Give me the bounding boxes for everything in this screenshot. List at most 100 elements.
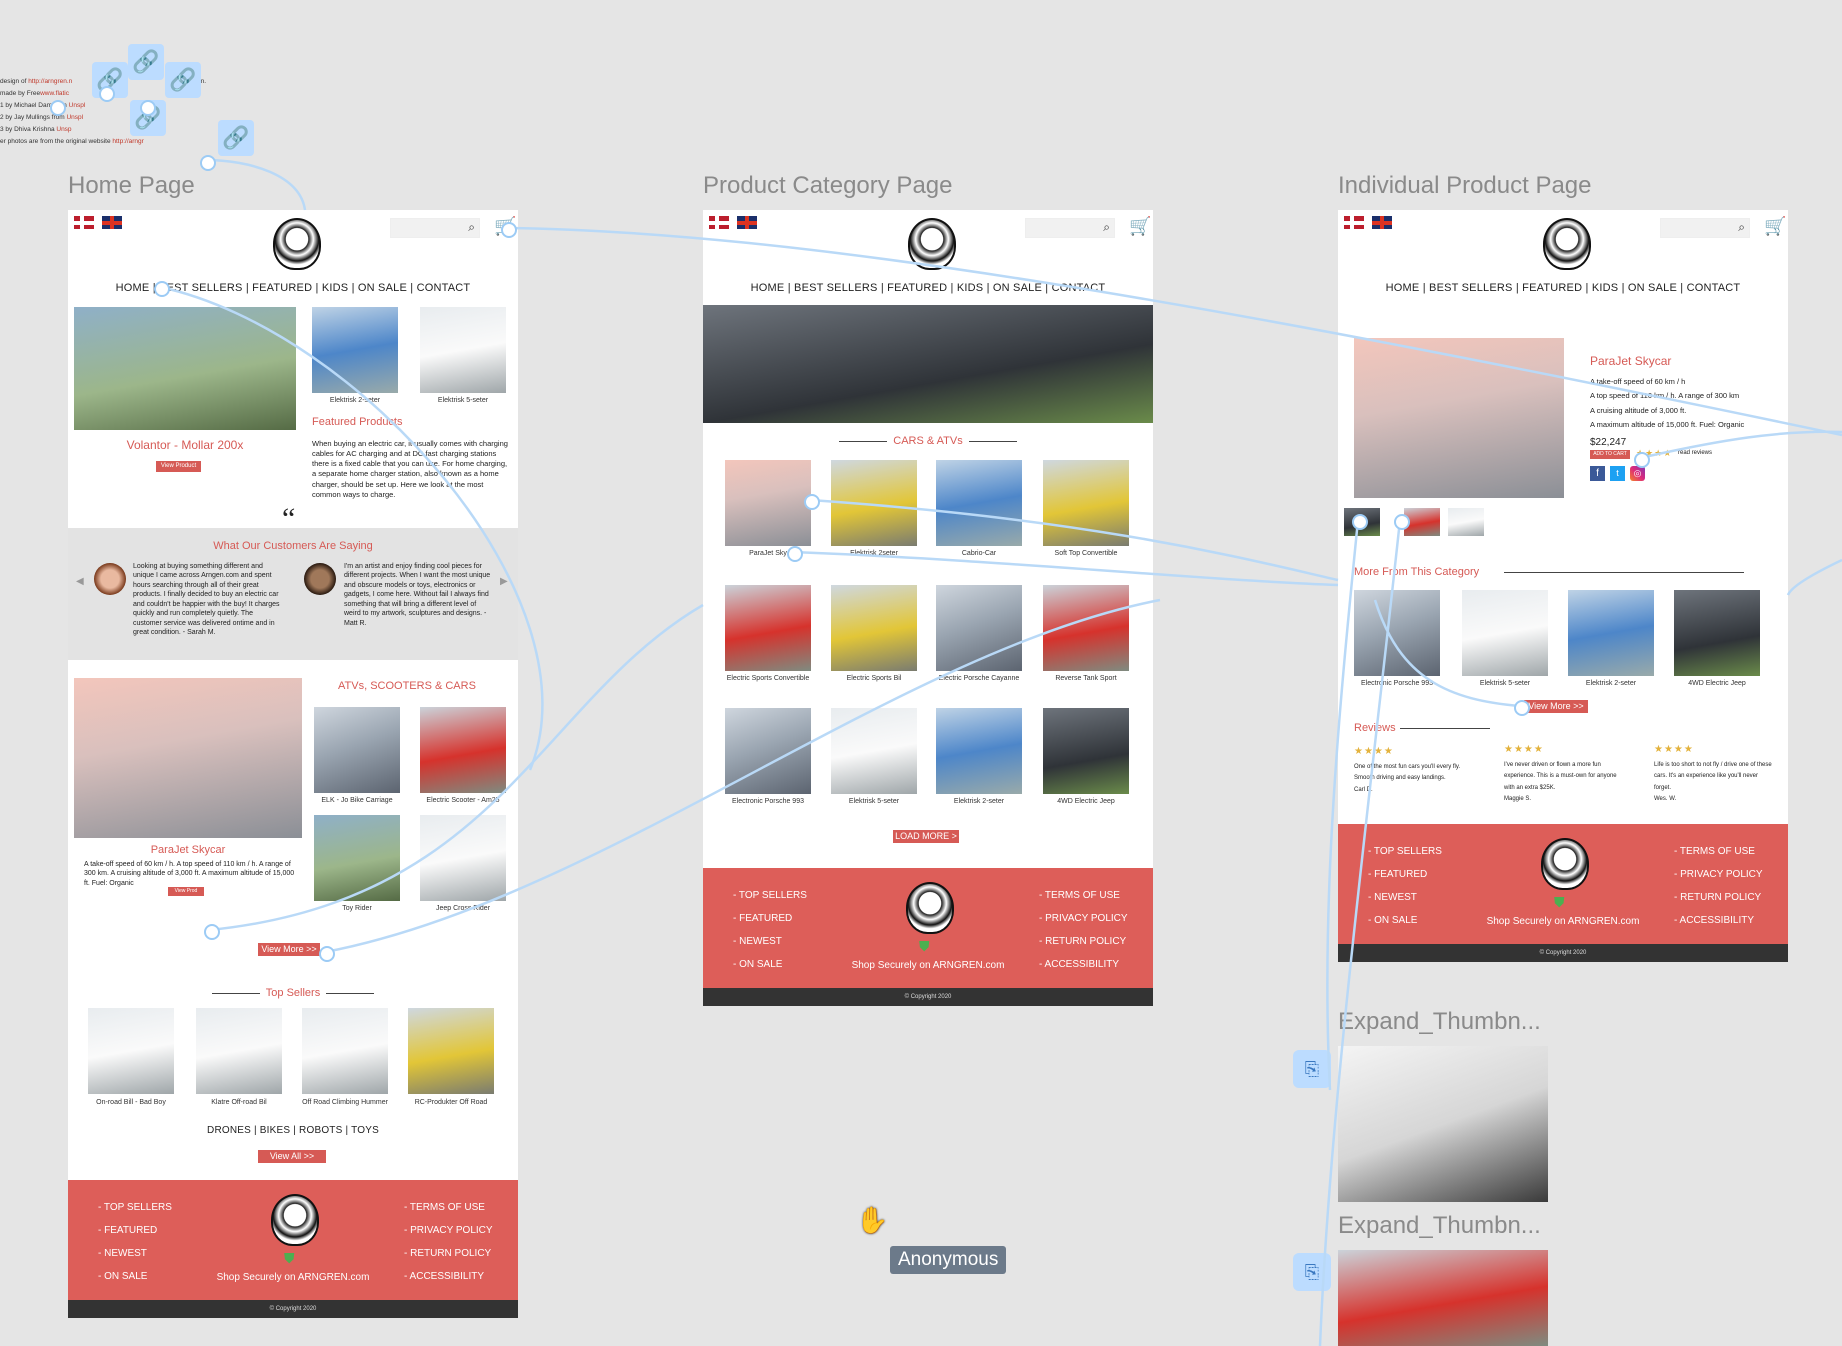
search-input[interactable]: ⌕ (390, 218, 480, 238)
connection-handle[interactable] (787, 546, 803, 562)
connection-handle[interactable] (99, 86, 115, 102)
view-product-button[interactable]: View Product (156, 461, 201, 472)
connection-handle[interactable] (501, 222, 517, 238)
nav-home[interactable]: HOME (116, 282, 150, 294)
sub-nav-drones[interactable]: DRONES (207, 1125, 251, 1136)
footer-link[interactable]: - NEWEST (98, 1242, 172, 1265)
sub-nav-toys[interactable]: TOYS (351, 1125, 379, 1136)
category-page-frame[interactable]: ⌕ 🛒 HOME | BEST SELLERS | FEATURED | KID… (703, 210, 1153, 1006)
cart-icon[interactable]: 🛒 (1129, 216, 1151, 237)
product-thumb[interactable] (831, 708, 917, 794)
product-thumb[interactable] (196, 1008, 282, 1094)
product-thumb[interactable] (1568, 590, 1654, 676)
prototype-flow-icon[interactable]: ⎘ (1293, 1050, 1331, 1088)
footer-link[interactable]: - PRIVACY POLICY (404, 1219, 493, 1242)
nav-home[interactable]: HOME (751, 282, 785, 294)
footer-link[interactable]: - PRIVACY POLICY (1674, 863, 1763, 886)
nav-featured[interactable]: FEATURED (887, 282, 947, 294)
footer-link[interactable]: - PRIVACY POLICY (1039, 907, 1128, 930)
nav-featured[interactable]: FEATURED (252, 282, 312, 294)
home-page-frame[interactable]: ⌕ 🛒 HOME | BEST SELLERS | FEATURED | KID… (68, 210, 518, 1318)
product-thumb[interactable] (1354, 590, 1440, 676)
product-thumb[interactable] (302, 1008, 388, 1094)
footer-link[interactable]: - NEWEST (1368, 886, 1442, 909)
search-icon[interactable]: ⌕ (468, 220, 475, 235)
view-product-button[interactable]: View Prod (168, 887, 204, 896)
footer-link[interactable]: - TERMS OF USE (1039, 884, 1128, 907)
connection-handle[interactable] (50, 100, 66, 116)
connection-handle[interactable] (1394, 514, 1410, 530)
nav-best-sellers[interactable]: BEST SELLERS (1429, 282, 1513, 294)
product-thumb[interactable] (936, 585, 1022, 671)
connection-handle[interactable] (1352, 514, 1368, 530)
nav-on-sale[interactable]: ON SALE (358, 282, 407, 294)
view-more-button[interactable]: View More >> (258, 943, 320, 956)
footer-link[interactable]: - ACCESSIBILITY (1674, 909, 1763, 932)
product-thumb[interactable] (314, 707, 400, 793)
product-thumb[interactable] (420, 307, 506, 393)
footer-link[interactable]: - TERMS OF USE (404, 1196, 493, 1219)
view-more-button[interactable]: View More >> (1524, 700, 1588, 713)
product-thumb[interactable] (88, 1008, 174, 1094)
search-input[interactable]: ⌕ (1025, 218, 1115, 238)
connection-handle[interactable] (140, 100, 156, 116)
nav-home[interactable]: HOME (1386, 282, 1420, 294)
logo[interactable] (908, 218, 956, 270)
search-input[interactable]: ⌕ (1660, 218, 1750, 238)
norway-flag-icon[interactable] (709, 216, 729, 229)
nav-on-sale[interactable]: ON SALE (993, 282, 1042, 294)
category-frame-title[interactable]: Product Category Page (703, 172, 952, 200)
footer-link[interactable]: - TOP SELLERS (733, 884, 807, 907)
product-thumb[interactable] (1043, 708, 1129, 794)
connection-handle[interactable] (319, 946, 335, 962)
product-thumb[interactable] (314, 815, 400, 901)
prototype-flow-icon[interactable]: ⎘ (1293, 1253, 1331, 1291)
thumbnail[interactable] (1448, 508, 1484, 536)
footer-link[interactable]: - TOP SELLERS (1368, 840, 1442, 863)
uk-flag-icon[interactable] (1372, 216, 1392, 229)
view-all-button[interactable]: View All >> (258, 1150, 326, 1163)
search-icon[interactable]: ⌕ (1103, 220, 1110, 235)
instagram-icon[interactable]: ◎ (1630, 466, 1645, 481)
reviews-link[interactable]: read reviews (1678, 450, 1712, 456)
load-more-button[interactable]: LOAD MORE > (893, 830, 959, 843)
footer-link[interactable]: - ACCESSIBILITY (404, 1265, 493, 1288)
footer-link[interactable]: - ACCESSIBILITY (1039, 953, 1128, 976)
product-thumb[interactable] (936, 708, 1022, 794)
uk-flag-icon[interactable] (102, 216, 122, 229)
product-thumb[interactable] (725, 585, 811, 671)
footer-link[interactable]: - RETURN POLICY (1039, 930, 1128, 953)
facebook-icon[interactable]: f (1590, 466, 1605, 481)
product-thumb[interactable] (312, 307, 398, 393)
nav-best-sellers[interactable]: BEST SELLERS (159, 282, 243, 294)
connection-handle[interactable] (1634, 452, 1650, 468)
connection-handle[interactable] (154, 281, 170, 297)
product-thumb[interactable] (1674, 590, 1760, 676)
connection-handle[interactable] (1514, 700, 1530, 716)
nav-best-sellers[interactable]: BEST SELLERS (794, 282, 878, 294)
twitter-icon[interactable]: t (1610, 466, 1625, 481)
connection-handle[interactable] (204, 924, 220, 940)
product-thumb[interactable] (1043, 460, 1129, 546)
nav-kids[interactable]: KIDS (322, 282, 348, 294)
cart-icon[interactable]: 🛒 (1764, 216, 1786, 237)
expand-frame-title[interactable]: Expand_Thumbn... (1338, 1212, 1541, 1240)
nav-featured[interactable]: FEATURED (1522, 282, 1582, 294)
nav-kids[interactable]: KIDS (1592, 282, 1618, 294)
search-icon[interactable]: ⌕ (1738, 220, 1745, 235)
product-thumb[interactable] (420, 815, 506, 901)
nav-kids[interactable]: KIDS (957, 282, 983, 294)
norway-flag-icon[interactable] (1344, 216, 1364, 229)
expand-thumbnail-image[interactable] (1338, 1046, 1548, 1202)
product-thumb[interactable] (831, 585, 917, 671)
connection-handle[interactable] (200, 155, 216, 171)
add-to-cart-button[interactable]: ADD TO CART (1590, 450, 1630, 459)
product-thumb[interactable] (408, 1008, 494, 1094)
footer-link[interactable]: - RETURN POLICY (1674, 886, 1763, 909)
norway-flag-icon[interactable] (74, 216, 94, 229)
footer-link[interactable]: - FEATURED (1368, 863, 1442, 886)
chevron-left-icon[interactable]: ◀ (76, 576, 84, 587)
product-frame-title[interactable]: Individual Product Page (1338, 172, 1592, 200)
connection-handle[interactable] (804, 494, 820, 510)
footer-link[interactable]: - RETURN POLICY (404, 1242, 493, 1265)
